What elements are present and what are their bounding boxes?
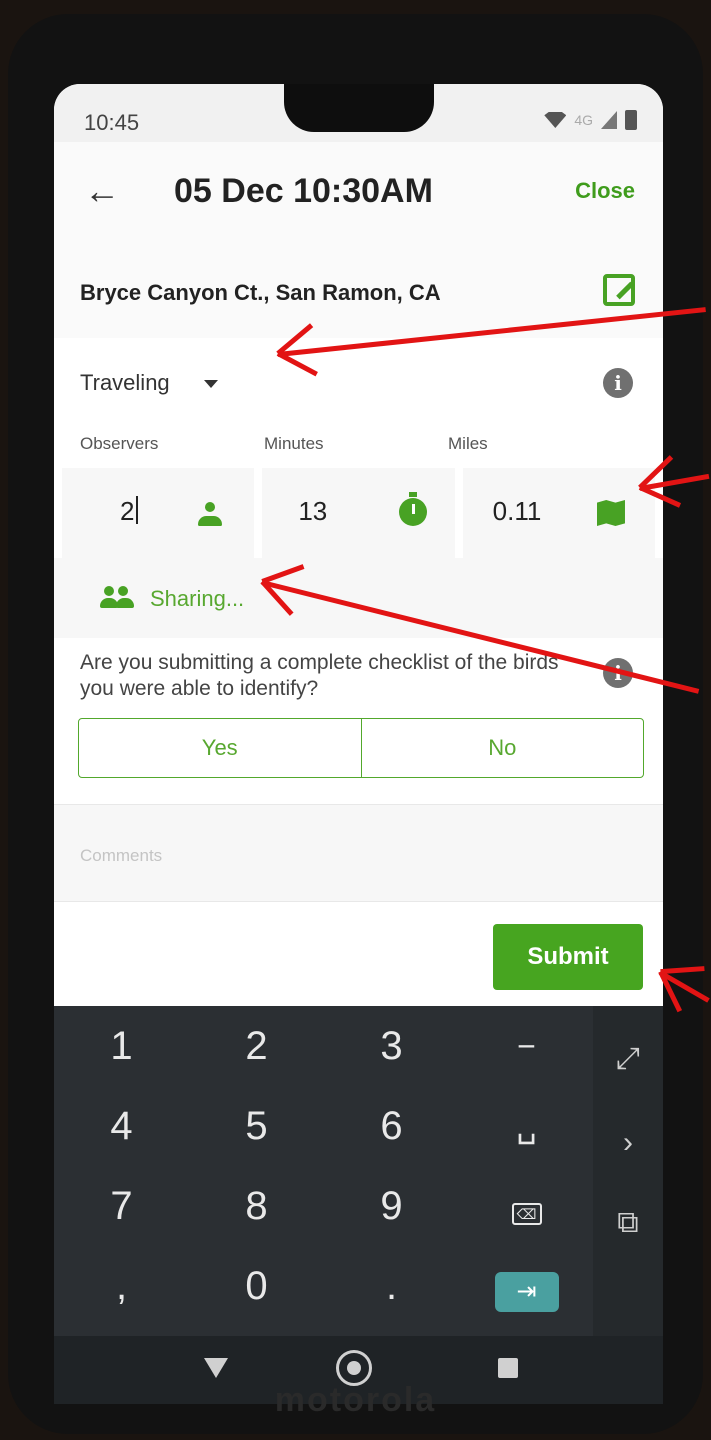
person-icon xyxy=(196,502,224,528)
space-key-icon[interactable]: ␣ xyxy=(459,1086,594,1166)
observers-field[interactable]: 2 xyxy=(62,468,255,558)
map-icon[interactable] xyxy=(596,500,625,526)
wifi-icon xyxy=(544,112,567,128)
people-icon xyxy=(98,586,136,610)
key-period[interactable]: . xyxy=(324,1246,459,1326)
battery-icon xyxy=(625,110,637,130)
effort-fields: 2 13 0.11 xyxy=(54,468,663,558)
yes-button[interactable]: Yes xyxy=(79,719,361,777)
key-8[interactable]: 8 xyxy=(189,1166,324,1246)
keyboard-side-panel: ⤢ › ⧉ xyxy=(593,1006,663,1336)
status-time: 10:45 xyxy=(84,110,140,135)
key-3[interactable]: 3 xyxy=(324,1006,459,1086)
miles-field[interactable]: 0.11 xyxy=(462,468,655,558)
effort-labels: Observers Minutes Miles xyxy=(54,428,663,468)
chevron-down-icon[interactable] xyxy=(204,380,218,388)
stopwatch-icon[interactable] xyxy=(398,492,427,526)
key-2[interactable]: 2 xyxy=(189,1006,324,1086)
expand-icon[interactable]: ⤢ xyxy=(593,1042,663,1076)
comments-row xyxy=(54,804,663,902)
signal-icon xyxy=(601,111,617,129)
info-icon[interactable]: i xyxy=(603,368,633,398)
observers-value: 2 xyxy=(120,496,135,526)
observers-value-wrap: 2 xyxy=(120,496,139,527)
minutes-value: 13 xyxy=(298,496,328,526)
backspace-icon: ⌫ xyxy=(511,1203,542,1225)
complete-checklist-toggle: Yes No xyxy=(78,718,644,778)
miles-value: 0.11 xyxy=(492,496,542,526)
protocol-row: Traveling i xyxy=(54,338,663,428)
key-9[interactable]: 9 xyxy=(324,1166,459,1246)
submit-button[interactable]: Submit xyxy=(493,924,643,990)
text-cursor xyxy=(136,496,139,524)
sharing-row[interactable]: Sharing... xyxy=(54,558,663,638)
sharing-label: Sharing... xyxy=(150,586,245,611)
tab-icon: ⇥ xyxy=(494,1272,559,1312)
key-6[interactable]: 6 xyxy=(324,1086,459,1166)
close-button[interactable]: Close xyxy=(575,178,635,204)
numeric-keyboard: 1 2 3 − 4 5 6 ␣ 7 8 9 ⌫ , 0 . ⇥ ⤢ › ⧉ xyxy=(54,1006,663,1336)
phone-brand-logo: motorola xyxy=(274,1381,437,1419)
key-7[interactable]: 7 xyxy=(54,1166,189,1246)
protocol-dropdown[interactable]: Traveling xyxy=(80,370,170,396)
app-screen: 10:45 4G ← 05 Dec 10:30AM Close Bryce Ca… xyxy=(54,84,663,1404)
next-field-key[interactable]: ⇥ xyxy=(459,1246,594,1326)
miles-label: Miles xyxy=(448,434,488,453)
key-comma[interactable]: , xyxy=(54,1246,189,1326)
status-icons: 4G xyxy=(544,110,637,130)
keyboard-row: , 0 . ⇥ xyxy=(54,1246,594,1326)
float-keyboard-icon[interactable]: ⧉ xyxy=(593,1206,663,1240)
page-title: 05 Dec 10:30AM xyxy=(174,172,433,210)
arrow-left-icon[interactable]: ← xyxy=(84,170,120,212)
camera-notch xyxy=(284,84,434,132)
no-button[interactable]: No xyxy=(360,719,644,777)
keyboard-row: 7 8 9 ⌫ xyxy=(54,1166,594,1246)
complete-checklist-question: Are you submitting a complete checklist … xyxy=(80,651,559,700)
keyboard-row: 4 5 6 ␣ xyxy=(54,1086,594,1166)
key-minus[interactable]: − xyxy=(459,1006,594,1086)
chevron-right-icon[interactable]: › xyxy=(593,1126,663,1160)
minutes-field[interactable]: 13 xyxy=(262,468,455,558)
location-name: Bryce Canyon Ct., San Ramon, CA xyxy=(80,280,441,305)
key-1[interactable]: 1 xyxy=(54,1006,189,1086)
edit-icon[interactable] xyxy=(603,274,635,306)
phone-frame: 10:45 4G ← 05 Dec 10:30AM Close Bryce Ca… xyxy=(8,14,703,1434)
app-header: ← 05 Dec 10:30AM Close xyxy=(54,142,663,249)
key-5[interactable]: 5 xyxy=(189,1086,324,1166)
comments-input[interactable] xyxy=(78,845,622,867)
nav-recents-icon[interactable] xyxy=(498,1358,518,1378)
observers-label: Observers xyxy=(80,434,159,453)
minutes-label: Minutes xyxy=(264,434,324,453)
backspace-key[interactable]: ⌫ xyxy=(459,1166,594,1246)
network-type: 4G xyxy=(574,112,593,128)
nav-back-icon[interactable] xyxy=(204,1358,228,1378)
key-0[interactable]: 0 xyxy=(189,1246,324,1326)
keyboard-row: 1 2 3 − xyxy=(54,1006,594,1086)
key-4[interactable]: 4 xyxy=(54,1086,189,1166)
